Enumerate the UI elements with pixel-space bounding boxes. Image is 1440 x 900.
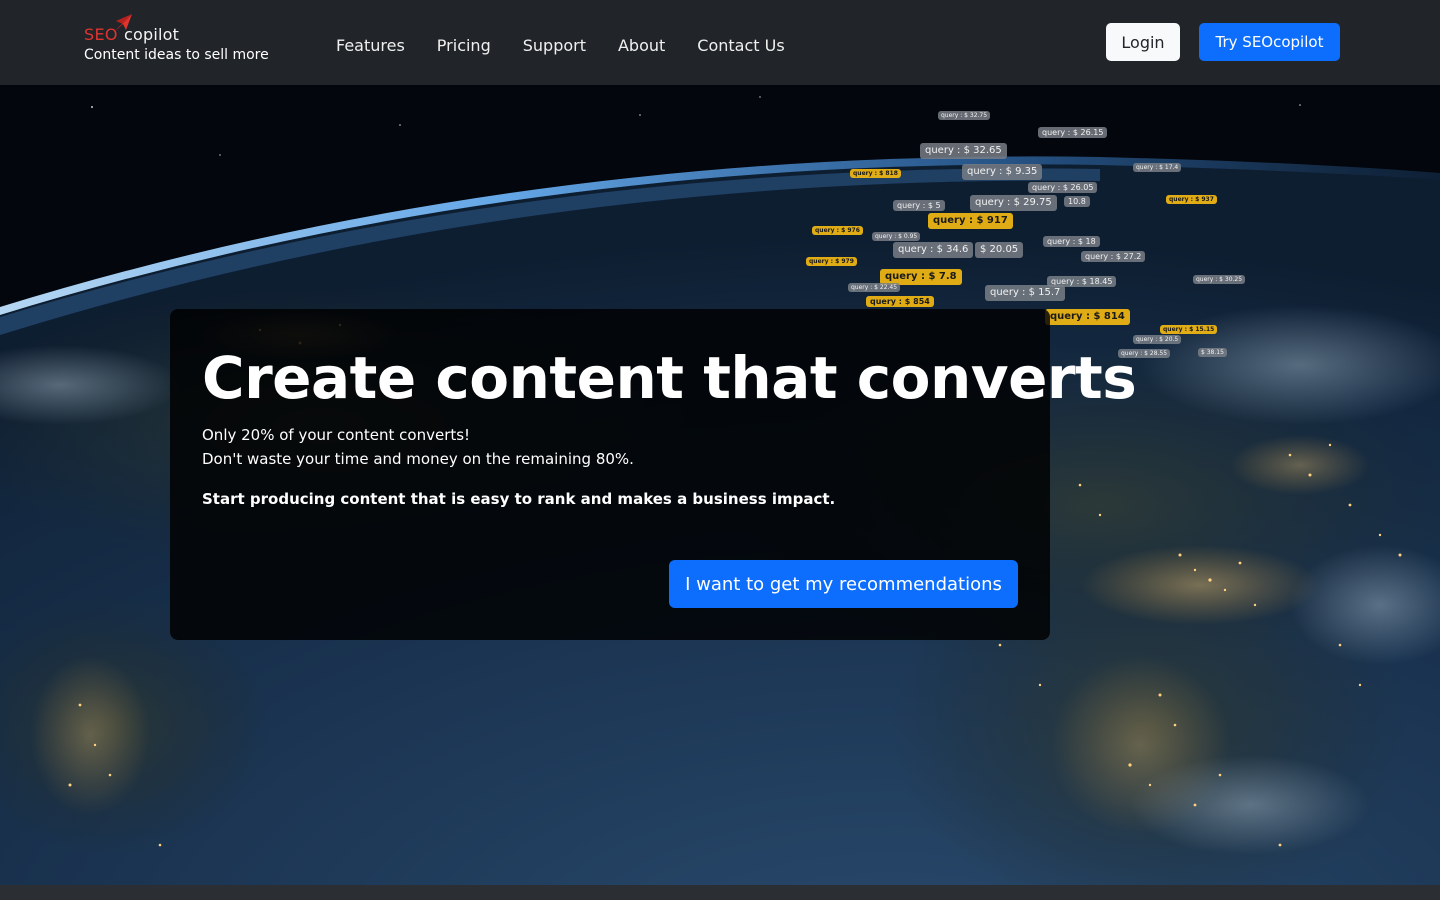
login-button[interactable]: Login <box>1106 23 1180 61</box>
query-tag: query : $ 854 <box>866 296 934 307</box>
query-tag: query : $ 15.7 <box>985 285 1066 301</box>
query-tag: query : $ 26.05 <box>1028 182 1098 193</box>
query-tag: query : $ 27.2 <box>1081 251 1146 262</box>
query-tag: query : $ 5 <box>893 200 945 211</box>
query-tag: query : $ 18 <box>1043 236 1100 247</box>
query-tag: query : $ 9.35 <box>962 164 1043 180</box>
query-tag: 10.8 <box>1064 196 1090 207</box>
get-recommendations-button[interactable]: I want to get my recommendations <box>669 560 1018 608</box>
hero-emphasis: Start producing content that is easy to … <box>202 490 836 508</box>
query-tag: query : $ 29.75 <box>970 195 1057 211</box>
main-nav: Features Pricing Support About Contact U… <box>320 30 801 62</box>
query-tag: query : $ 32.75 <box>938 111 991 120</box>
query-tag: query : $ 979 <box>806 257 857 266</box>
nav-features[interactable]: Features <box>320 30 421 62</box>
nav-pricing[interactable]: Pricing <box>421 30 507 62</box>
query-tag: query : $ 15.15 <box>1160 325 1218 334</box>
hero-card: Create content that converts Only 20% of… <box>170 309 1137 640</box>
brand-tagline: Content ideas to sell more <box>84 47 269 63</box>
nav-contact-us[interactable]: Contact Us <box>681 30 800 62</box>
query-tag: query : $ 818 <box>850 169 901 178</box>
footer-strip <box>0 885 1440 900</box>
navbar: SEO copilot Content ideas to sell more F… <box>0 0 1440 85</box>
query-tag: query : $ 30.25 <box>1193 275 1246 284</box>
query-tag: query : $ 22.45 <box>848 283 901 292</box>
query-tag: $ 20.05 <box>975 242 1024 258</box>
query-tag: query : $ 976 <box>812 226 863 235</box>
hero-subtitle-line-2: Don't waste your time and money on the r… <box>202 450 634 468</box>
query-tag: query : $ 20.5 <box>1133 335 1182 344</box>
query-tag: query : $ 32.65 <box>920 143 1007 159</box>
try-seocopilot-button[interactable]: Try SEOcopilot <box>1199 23 1340 61</box>
nav-about[interactable]: About <box>602 30 681 62</box>
query-tag: query : $ 917 <box>928 213 1013 229</box>
hero-title: Create content that converts <box>202 344 1137 412</box>
logo-copilot-text: copilot <box>124 25 180 44</box>
logo[interactable]: SEO copilot <box>84 12 224 46</box>
hero-subtitle-line-1: Only 20% of your content converts! <box>202 426 471 444</box>
query-tag: query : $ 814 <box>1045 309 1130 325</box>
brand[interactable]: SEO copilot Content ideas to sell more <box>84 12 284 68</box>
query-tag: query : $ 0.95 <box>872 232 921 241</box>
query-tag: query : $ 26.15 <box>1038 127 1108 138</box>
query-tag: query : $ 17.4 <box>1133 163 1182 172</box>
nav-support[interactable]: Support <box>507 30 602 62</box>
query-tag: $ 38.15 <box>1198 348 1227 357</box>
query-tag: query : $ 34.6 <box>893 242 974 258</box>
query-tag: query : $ 937 <box>1166 195 1217 204</box>
